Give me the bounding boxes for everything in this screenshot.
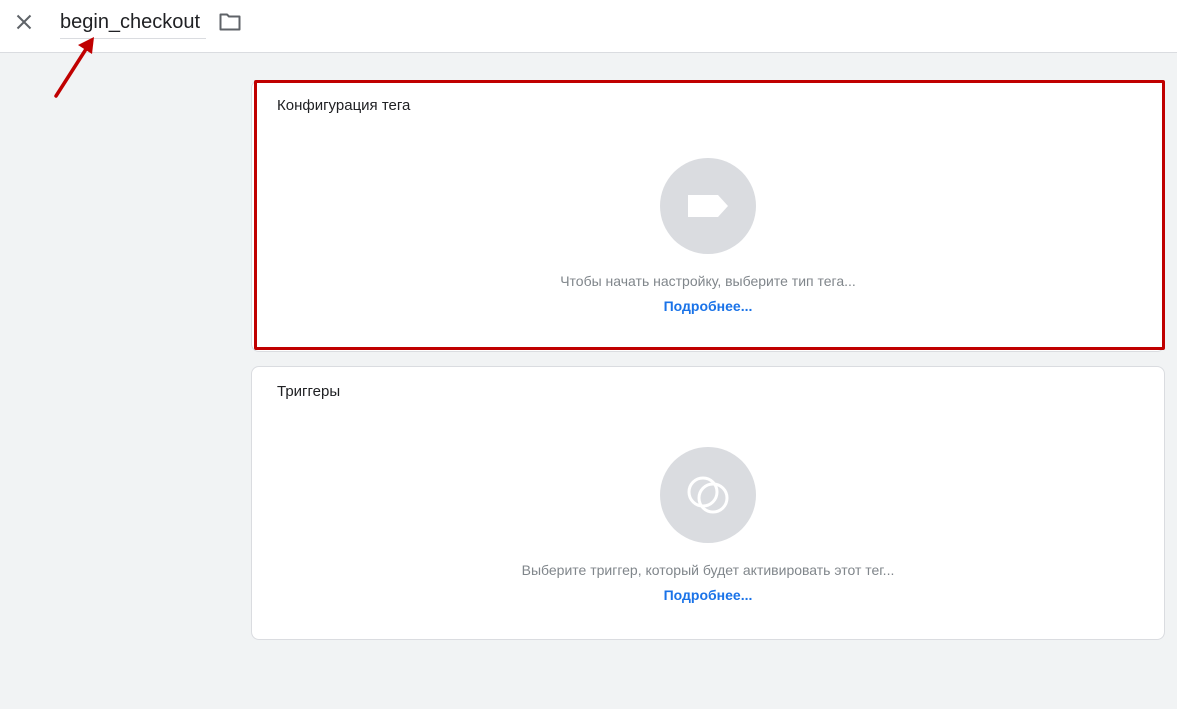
tag-configuration-title: Конфигурация тега xyxy=(277,97,411,114)
close-icon[interactable] xyxy=(12,10,36,34)
tag-icon[interactable] xyxy=(660,158,756,254)
tag-configuration-learn-more-link[interactable]: Подробнее... xyxy=(252,298,1164,314)
folder-icon[interactable] xyxy=(218,10,242,34)
triggers-hint: Выберите триггер, который будет активиро… xyxy=(521,562,895,578)
triggers-card[interactable]: Триггеры Выберите триггер, который будет… xyxy=(251,366,1165,640)
tag-name-input[interactable]: begin_checkout xyxy=(60,9,206,39)
tag-configuration-card[interactable]: Конфигурация тега Чтобы начать настройку… xyxy=(251,80,1165,352)
editor-header: begin_checkout xyxy=(0,0,1177,53)
triggers-learn-more-link[interactable]: Подробнее... xyxy=(252,587,1164,603)
triggers-title: Триггеры xyxy=(277,383,341,400)
tag-configuration-hint: Чтобы начать настройку, выберите тип тег… xyxy=(560,273,856,289)
trigger-icon[interactable] xyxy=(660,447,756,543)
